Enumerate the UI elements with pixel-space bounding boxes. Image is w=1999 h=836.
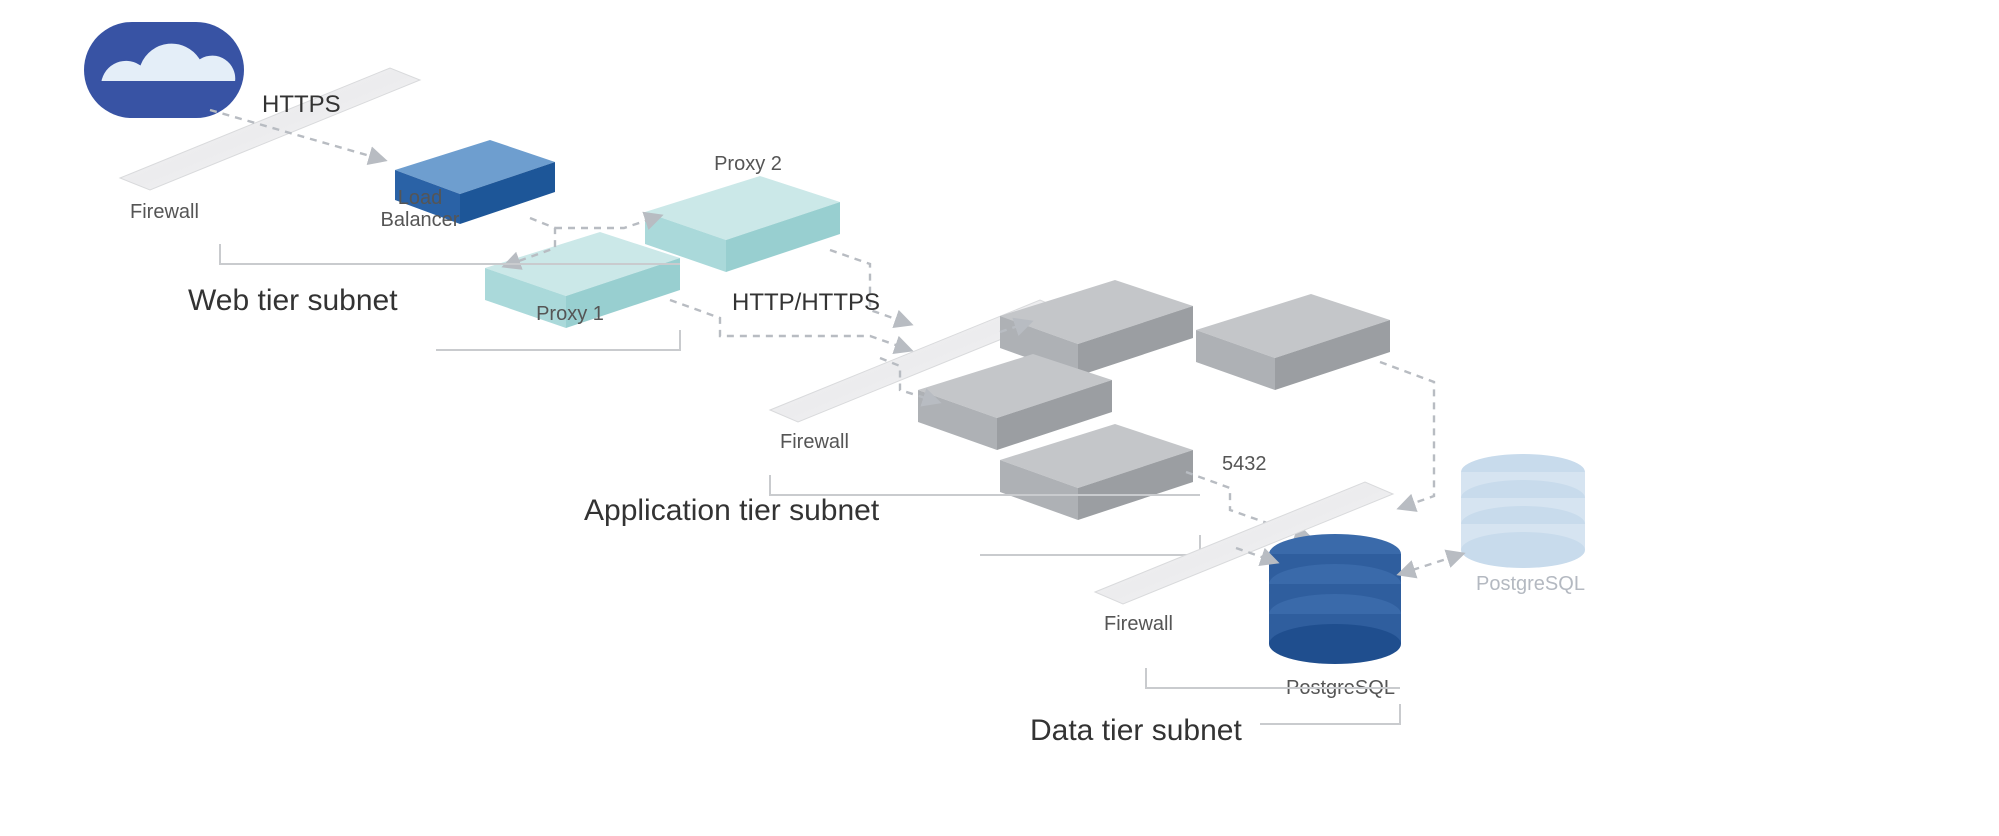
db-secondary-label: PostgreSQL [1476,573,1585,595]
web-subnet-label: Web tier subnet [188,284,398,317]
data-subnet-label: Data tier subnet [1030,714,1242,747]
app-server-2 [1196,294,1390,390]
db-secondary: PostgreSQL [1461,454,1585,595]
proxy2-node: Proxy 2 [645,153,840,272]
cloud-icon [84,22,244,118]
arrow-lb-to-proxy2 [555,216,660,228]
db-primary: PostgreSQL [1269,534,1401,699]
firewall1-label: Firewall [130,201,199,223]
lb-line1: Load [398,187,443,209]
firewall3-label: Firewall [1104,613,1173,635]
port-label: 5432 [1222,453,1267,475]
arrow-db-replication [1400,554,1462,574]
app-subnet-label: Application tier subnet [584,494,880,527]
load-balancer-node: Load Balancer [381,140,555,231]
protocol-http-https-label: HTTP/HTTPS [732,289,880,316]
lb-line2: Balancer [381,209,460,231]
proxy2-label: Proxy 2 [714,153,782,175]
firewall2-label: Firewall [780,431,849,453]
proxy1-node: Proxy 1 [485,232,680,328]
arrow-app2-to-fw3 [1380,362,1434,508]
protocol-https-label: HTTPS [262,91,341,118]
proxy1-label: Proxy 1 [536,303,604,325]
